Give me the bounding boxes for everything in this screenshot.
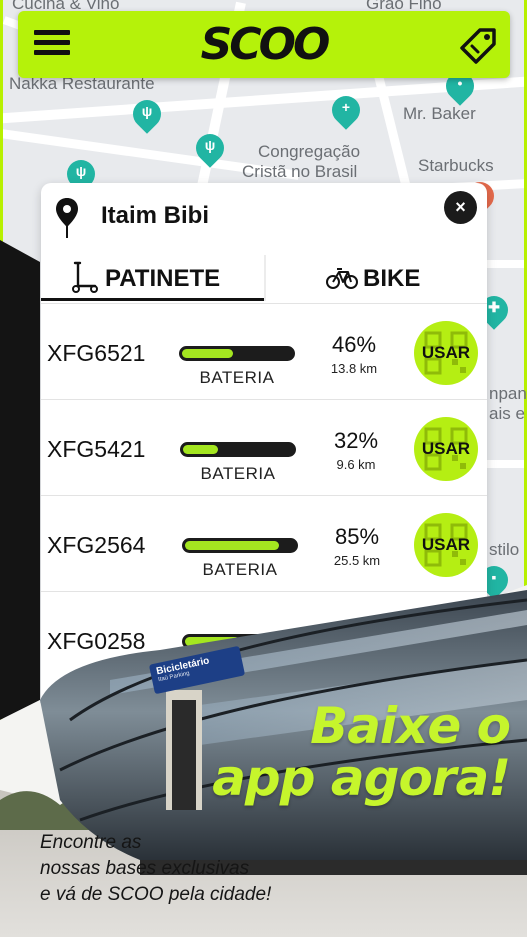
vehicle-list-card: Itaim Bibi × PATINETE BIKE XFG6521 BATER… [41,183,487,703]
map-label-edge-b: ais e [489,404,525,423]
restaurant-pin-icon[interactable]: ψ [190,128,230,168]
price-tag-icon[interactable] [458,26,498,66]
usar-button[interactable]: USAR [414,513,478,577]
vehicle-type-tabs: PATINETE BIKE [41,255,487,301]
scoo-logo: SCOO [200,19,331,70]
location-pin-icon [56,198,78,238]
battery-percent: 85% [334,524,380,549]
top-bar: SCOO [18,11,510,78]
vehicle-code: XFG0258 [47,628,146,654]
range-km: 25.5 km [333,553,381,568]
tab-patinete[interactable]: PATINETE [41,255,264,301]
restaurant-pin-icon[interactable]: ψ [127,94,167,134]
battery-bar-fill [185,541,279,550]
tab-bike-label: BIKE [363,265,421,292]
battery-percent: 46% [331,332,377,357]
vehicle-row[interactable]: XFG0258 [41,591,487,687]
vehicle-row[interactable]: XFG6521 BATERIA 46% 13.8 km USAR [41,303,487,399]
close-button[interactable]: × [444,191,477,224]
battery-label: BATERIA [200,464,276,483]
bicycle-icon [326,268,358,289]
vehicle-code: XFG2564 [47,532,146,558]
location-title: Itaim Bibi [101,202,210,229]
battery-label: BATERIA [199,368,275,387]
tab-bike[interactable]: BIKE [266,255,487,301]
map-road [487,460,527,468]
scooter-icon [72,261,98,293]
map-label-baker: Mr. Baker [403,104,476,123]
battery-bar-fill [185,637,240,646]
vehicle-row[interactable]: XFG2564 BATERIA 85% 25.5 km USAR [41,495,487,591]
usar-label: USAR [421,535,471,554]
usar-label: USAR [421,343,471,362]
usar-button[interactable]: USAR [414,417,478,481]
usar-label: USAR [421,439,471,458]
vehicle-row[interactable]: XFG5421 BATERIA 32% 9.6 km USAR [41,399,487,495]
vehicle-code: XFG6521 [47,340,146,366]
map-label-congregacao-line2: Cristã no Brasil [242,162,358,181]
battery-bar [182,634,298,649]
battery-bar [182,538,298,553]
map-label-congregacao: Congregação [258,142,361,161]
battery-bar-fill [183,445,218,454]
battery-bar [180,442,296,457]
vehicle-code: XFG5421 [47,436,146,462]
range-km: 9.6 km [336,457,376,472]
church-pin-icon[interactable]: + [326,90,366,130]
battery-label: BATERIA [202,560,278,579]
map-label-edge-a: npan [489,384,527,403]
battery-bar [179,346,295,361]
hamburger-menu-icon[interactable] [34,30,70,60]
range-km: 13.8 km [330,361,378,376]
map-label-edge-c: stilo [489,540,520,559]
battery-bar-fill [182,349,233,358]
map-edge-left [0,0,3,937]
usar-button[interactable]: USAR [414,321,478,385]
map-label-starbucks: Starbucks [418,156,494,175]
tab-patinete-label: PATINETE [105,265,221,292]
map-road [487,260,527,268]
battery-percent: 32% [333,428,379,453]
